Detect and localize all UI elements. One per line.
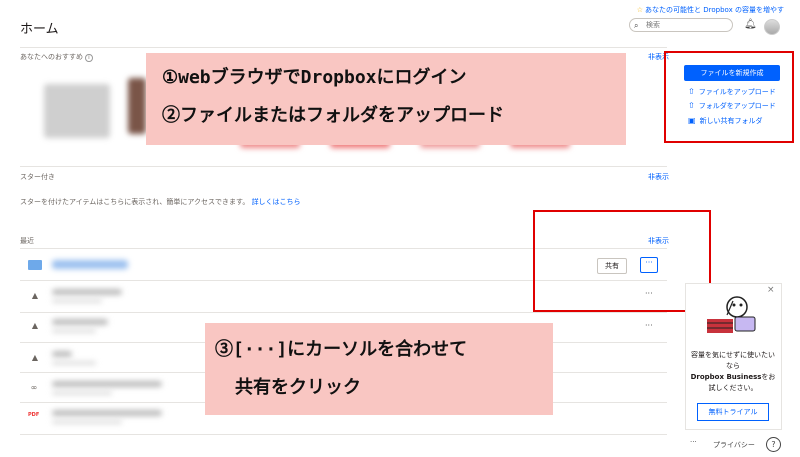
promo-illustration <box>707 296 756 333</box>
more-options-button[interactable]: ··· <box>645 321 653 330</box>
image-file-icon: ▲ <box>31 321 39 330</box>
instruction-callout-1: ①webブラウザでDropboxにログイン ②ファイルまたはフォルダをアップロー… <box>146 53 626 145</box>
star-icon: ☆ <box>636 6 644 14</box>
shared-folder-icon: ▣ <box>688 116 696 125</box>
pdf-file-icon: PDF <box>28 412 40 418</box>
create-file-button[interactable]: ファイルを新規作成 <box>684 65 780 81</box>
divider <box>20 434 667 435</box>
starred-hide-link[interactable]: 非表示 <box>648 172 669 182</box>
recent-item-meta <box>52 391 112 395</box>
starred-empty-message: スターを付けたアイテムはこちらに表示され、簡単にアクセスできます。 詳しくはこち… <box>20 198 301 206</box>
upload-file-button[interactable]: ⇧ ファイルをアップロード <box>688 87 776 97</box>
recent-item-name[interactable] <box>52 381 162 387</box>
recommended-thumbnail[interactable] <box>128 78 146 134</box>
recent-item-meta <box>52 329 96 333</box>
image-file-icon: ▲ <box>31 291 39 300</box>
recommended-thumbnail[interactable] <box>44 84 110 138</box>
recent-label: 最近 <box>20 237 34 245</box>
recent-item-meta <box>52 361 96 365</box>
search-placeholder: 検索 <box>646 21 660 29</box>
promo-brand: Dropbox Business <box>690 373 762 381</box>
recent-item-name[interactable] <box>52 289 122 295</box>
promo-text-1: 容量を気にせずに使いたいなら <box>691 351 775 370</box>
page-title: ホーム <box>20 22 59 37</box>
recent-item-name[interactable] <box>52 260 128 269</box>
new-shared-folder-button[interactable]: ▣ 新しい共有フォルダ <box>688 116 763 126</box>
recommended-label: あなたへのおすすめ i <box>20 52 93 62</box>
avatar[interactable] <box>764 19 780 35</box>
footer-more-button[interactable]: ··· <box>690 438 697 446</box>
storage-upgrade-link[interactable]: ☆ あなたの可能性と Dropbox の容量を増やす <box>637 5 784 15</box>
learn-more-link[interactable]: 詳しくはこちら <box>252 198 301 206</box>
instruction-step-2: ②ファイルまたはフォルダをアップロード <box>162 105 504 126</box>
upload-file-icon: ⇧ <box>688 87 695 96</box>
folder-icon <box>28 260 42 270</box>
instruction-step-3: ③[···]にカーソルを合わせて <box>215 339 468 360</box>
top-notice-text: あなたの可能性と Dropbox の容量を増やす <box>645 6 784 14</box>
divider <box>20 47 667 48</box>
search-input[interactable]: ⌕ 検索 <box>629 18 733 32</box>
divider <box>20 166 667 167</box>
recent-item-name[interactable] <box>52 410 162 416</box>
link-file-icon: ∞ <box>30 383 38 392</box>
recent-item-name[interactable] <box>52 351 72 357</box>
starred-label: スター付き <box>20 173 55 181</box>
divider <box>20 312 667 313</box>
search-icon: ⌕ <box>634 21 639 30</box>
image-file-icon: ▲ <box>31 353 39 362</box>
bell-icon[interactable]: 🔔︎ <box>744 19 757 30</box>
instruction-step-3b: 共有をクリック <box>235 377 361 398</box>
instruction-callout-2: ③[···]にカーソルを合わせて 共有をクリック <box>205 323 553 415</box>
help-icon[interactable]: ? <box>766 437 781 452</box>
recent-item-meta <box>52 299 102 303</box>
close-icon[interactable]: × <box>767 285 775 295</box>
promo-text: 容量を気にせずに使いたいなら Dropbox Businessをお試しください。 <box>690 350 776 394</box>
info-icon: i <box>85 54 93 62</box>
privacy-link[interactable]: プライバシー <box>713 440 755 450</box>
recent-item-name[interactable] <box>52 319 108 325</box>
upload-folder-button[interactable]: ⇧ フォルダをアップロード <box>688 101 776 111</box>
instruction-step-1: ①webブラウザでDropboxにログイン <box>162 67 467 88</box>
upload-folder-icon: ⇧ <box>688 101 695 110</box>
recent-item-meta <box>52 420 122 424</box>
free-trial-button[interactable]: 無料トライアル <box>697 403 769 421</box>
